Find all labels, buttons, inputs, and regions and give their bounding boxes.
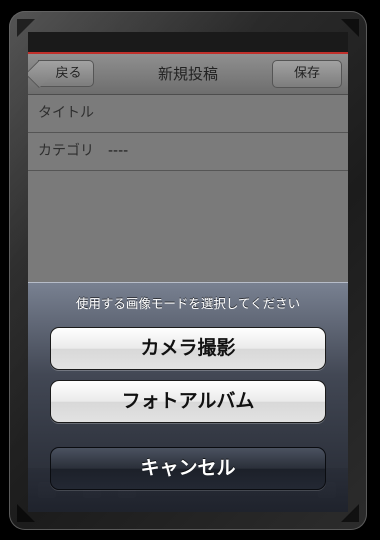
camera-capture-button[interactable]: カメラ撮影: [50, 327, 326, 370]
status-bar: [28, 32, 348, 54]
title-label: タイトル: [38, 105, 94, 121]
title-row[interactable]: タイトル: [28, 95, 348, 133]
cancel-button[interactable]: キャンセル: [50, 447, 326, 490]
category-label: カテゴリ: [38, 143, 94, 159]
back-button-label: 戻る: [55, 66, 82, 81]
save-button[interactable]: 保存: [272, 60, 342, 88]
action-sheet-message: 使用する画像モードを選択してください: [75, 296, 301, 311]
screen: 戻る 新規投稿 保存 タイトル カテゴリ ---- 使用する画像モードを選択して…: [28, 32, 348, 512]
action-sheet: 使用する画像モードを選択してください カメラ撮影 フォトアルバム キャンセル: [28, 282, 348, 512]
photo-album-button[interactable]: フォトアルバム: [50, 380, 326, 423]
navigation-bar: 戻る 新規投稿 保存: [28, 54, 348, 95]
category-value: ----: [108, 143, 129, 159]
category-row[interactable]: カテゴリ ----: [28, 133, 348, 171]
